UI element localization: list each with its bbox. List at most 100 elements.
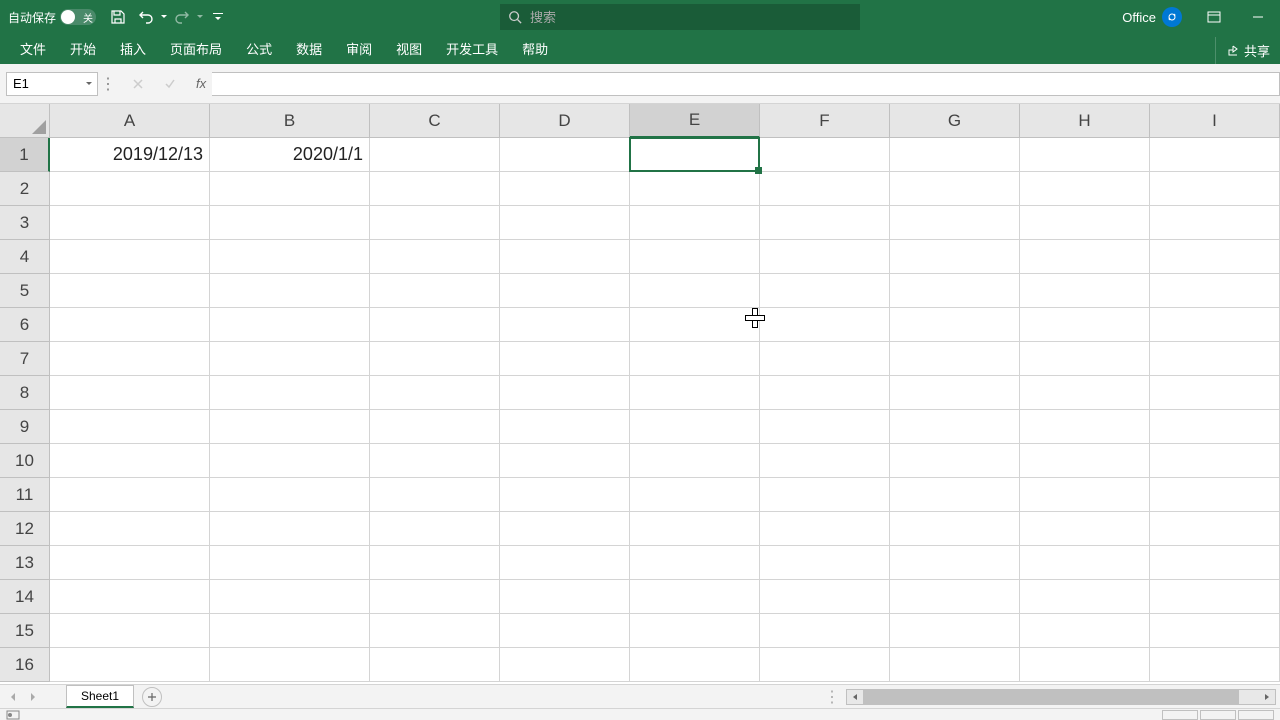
tab-help[interactable]: 帮助 <box>510 33 560 64</box>
cell[interactable] <box>1020 648 1150 682</box>
normal-view-button[interactable] <box>1162 710 1198 720</box>
cell[interactable] <box>370 614 500 648</box>
cell[interactable] <box>1150 614 1280 648</box>
name-box-dropdown-icon[interactable] <box>85 80 93 88</box>
cell[interactable] <box>630 648 760 682</box>
cell[interactable] <box>210 580 370 614</box>
cell[interactable] <box>890 172 1020 206</box>
cell[interactable] <box>1020 478 1150 512</box>
cell[interactable] <box>1020 580 1150 614</box>
cell[interactable] <box>210 648 370 682</box>
cell[interactable] <box>1150 580 1280 614</box>
cell[interactable] <box>760 274 890 308</box>
cell[interactable] <box>210 172 370 206</box>
fx-icon[interactable]: fx <box>190 76 212 91</box>
cell[interactable] <box>630 410 760 444</box>
minimize-button[interactable] <box>1236 0 1280 34</box>
autosave-control[interactable]: 自动保存 关 <box>0 9 104 26</box>
ribbon-display-options-button[interactable] <box>1192 0 1236 34</box>
cell[interactable] <box>890 580 1020 614</box>
cell[interactable] <box>890 512 1020 546</box>
cell[interactable] <box>50 648 210 682</box>
column-header[interactable]: B <box>210 104 370 138</box>
page-layout-view-button[interactable] <box>1200 710 1236 720</box>
cell[interactable] <box>370 342 500 376</box>
cell[interactable] <box>370 376 500 410</box>
column-header[interactable]: G <box>890 104 1020 138</box>
cell[interactable] <box>1150 274 1280 308</box>
cell[interactable] <box>500 478 630 512</box>
cell[interactable] <box>760 546 890 580</box>
cell[interactable] <box>890 138 1020 172</box>
cell[interactable] <box>1020 308 1150 342</box>
qat-customize-button[interactable] <box>204 3 232 31</box>
cell[interactable] <box>1150 444 1280 478</box>
cell[interactable] <box>370 410 500 444</box>
cell[interactable] <box>500 308 630 342</box>
column-header[interactable]: D <box>500 104 630 138</box>
cell[interactable] <box>760 206 890 240</box>
row-header[interactable]: 14 <box>0 580 50 614</box>
cell[interactable] <box>630 138 760 172</box>
cell[interactable] <box>1020 274 1150 308</box>
cell[interactable] <box>630 444 760 478</box>
cell[interactable] <box>500 648 630 682</box>
cell[interactable] <box>500 580 630 614</box>
cell[interactable] <box>630 206 760 240</box>
cell[interactable] <box>210 614 370 648</box>
cell[interactable] <box>1020 240 1150 274</box>
cell[interactable] <box>760 614 890 648</box>
column-header[interactable]: I <box>1150 104 1280 138</box>
cell[interactable] <box>50 478 210 512</box>
cell[interactable] <box>760 172 890 206</box>
cell[interactable]: 2020/1/1 <box>210 138 370 172</box>
cell[interactable] <box>370 172 500 206</box>
cell[interactable] <box>890 240 1020 274</box>
cell[interactable] <box>50 512 210 546</box>
horizontal-scrollbar[interactable] <box>846 689 1276 705</box>
scroll-track[interactable] <box>863 690 1259 704</box>
cell[interactable] <box>760 410 890 444</box>
scroll-left-button[interactable] <box>847 690 863 704</box>
cell[interactable] <box>890 274 1020 308</box>
cell[interactable] <box>210 342 370 376</box>
page-break-view-button[interactable] <box>1238 710 1274 720</box>
row-header[interactable]: 3 <box>0 206 50 240</box>
tab-review[interactable]: 审阅 <box>334 33 384 64</box>
cell[interactable] <box>630 580 760 614</box>
cell[interactable] <box>50 172 210 206</box>
cell[interactable] <box>760 342 890 376</box>
row-header[interactable]: 7 <box>0 342 50 376</box>
tab-developer[interactable]: 开发工具 <box>434 33 510 64</box>
scroll-right-button[interactable] <box>1259 690 1275 704</box>
cells-area[interactable]: 2019/12/132020/1/1 <box>50 138 1280 682</box>
cell[interactable] <box>1150 308 1280 342</box>
sheet-bar-drag-handle[interactable]: ⋮ <box>818 687 846 707</box>
column-header[interactable]: F <box>760 104 890 138</box>
cell[interactable] <box>890 648 1020 682</box>
cell[interactable] <box>370 138 500 172</box>
save-button[interactable] <box>104 3 132 31</box>
cell[interactable] <box>50 274 210 308</box>
cell[interactable] <box>630 478 760 512</box>
cell[interactable] <box>50 580 210 614</box>
cell[interactable] <box>50 546 210 580</box>
row-header[interactable]: 10 <box>0 444 50 478</box>
cell[interactable] <box>50 444 210 478</box>
row-header[interactable]: 6 <box>0 308 50 342</box>
row-header[interactable]: 5 <box>0 274 50 308</box>
row-header[interactable]: 16 <box>0 648 50 682</box>
column-header[interactable]: H <box>1020 104 1150 138</box>
formula-input[interactable] <box>212 72 1280 96</box>
tab-file[interactable]: 文件 <box>8 33 58 64</box>
cell[interactable] <box>370 580 500 614</box>
row-header[interactable]: 8 <box>0 376 50 410</box>
cell[interactable] <box>1150 240 1280 274</box>
tab-home[interactable]: 开始 <box>58 33 108 64</box>
cell[interactable] <box>1020 342 1150 376</box>
cell[interactable] <box>210 444 370 478</box>
cell[interactable] <box>500 172 630 206</box>
cell[interactable] <box>50 240 210 274</box>
column-header[interactable]: A <box>50 104 210 138</box>
cell[interactable] <box>890 308 1020 342</box>
